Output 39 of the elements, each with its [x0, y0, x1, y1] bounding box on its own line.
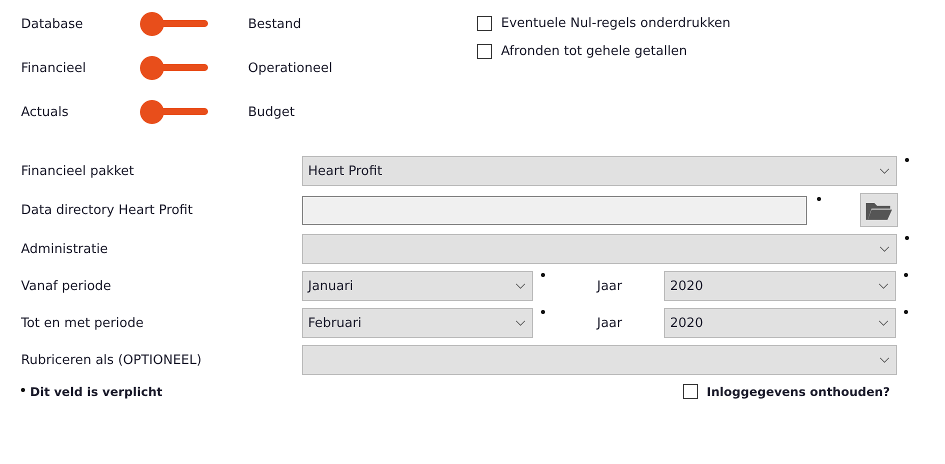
dropdown[interactable]: 2020 — [664, 308, 896, 338]
checkbox[interactable] — [682, 384, 698, 399]
dropdown[interactable]: Januari — [302, 271, 533, 301]
option-label: Financieel — [21, 60, 87, 76]
chevron-down-icon — [879, 168, 890, 174]
chevron-down-icon — [515, 320, 526, 326]
checkbox[interactable] — [477, 16, 492, 31]
chevron-down-icon — [879, 356, 890, 364]
toggle-switch[interactable] — [140, 57, 208, 79]
dropdown[interactable]: 2020 — [664, 271, 896, 301]
option-label: Bestand — [248, 16, 302, 32]
field-label: Financieel pakket — [21, 164, 135, 178]
checkbox-label: Eventuele Nul-regels onderdrukken — [501, 16, 731, 31]
dropdown[interactable]: Heart Profit — [302, 156, 897, 186]
chevron-down-icon — [879, 246, 890, 252]
option-label: Operationeel — [248, 60, 332, 76]
dropdown[interactable]: Februari — [302, 308, 533, 338]
field-label: Data directory Heart Profit — [21, 202, 194, 218]
browse-button[interactable] — [860, 193, 898, 227]
footnote: Dit veld is verplicht — [30, 384, 162, 398]
field-label: Rubriceren als (OPTIONEEL) — [21, 352, 203, 368]
chevron-down-icon — [878, 320, 889, 326]
required-dot — [21, 388, 25, 392]
field-label: Jaar — [597, 316, 624, 330]
checkbox[interactable] — [477, 44, 492, 59]
checkbox-label: Inloggegevens onthouden? — [706, 384, 890, 398]
field-label: Jaar — [597, 278, 624, 294]
toggle-switch[interactable] — [140, 13, 208, 35]
field-label: Tot en met periode — [21, 316, 145, 330]
toggle-switch[interactable] — [140, 101, 208, 123]
field-label: Vanaf periode — [21, 278, 112, 294]
checkbox-label: Afronden tot gehele getallen — [501, 44, 688, 59]
option-label: Database — [21, 16, 84, 32]
option-label: Budget — [248, 104, 295, 120]
field-label: Administratie — [21, 242, 109, 256]
input-field[interactable] — [302, 196, 807, 224]
chevron-down-icon — [878, 282, 889, 290]
option-label: Actuals — [21, 104, 70, 120]
chevron-down-icon — [515, 282, 526, 290]
